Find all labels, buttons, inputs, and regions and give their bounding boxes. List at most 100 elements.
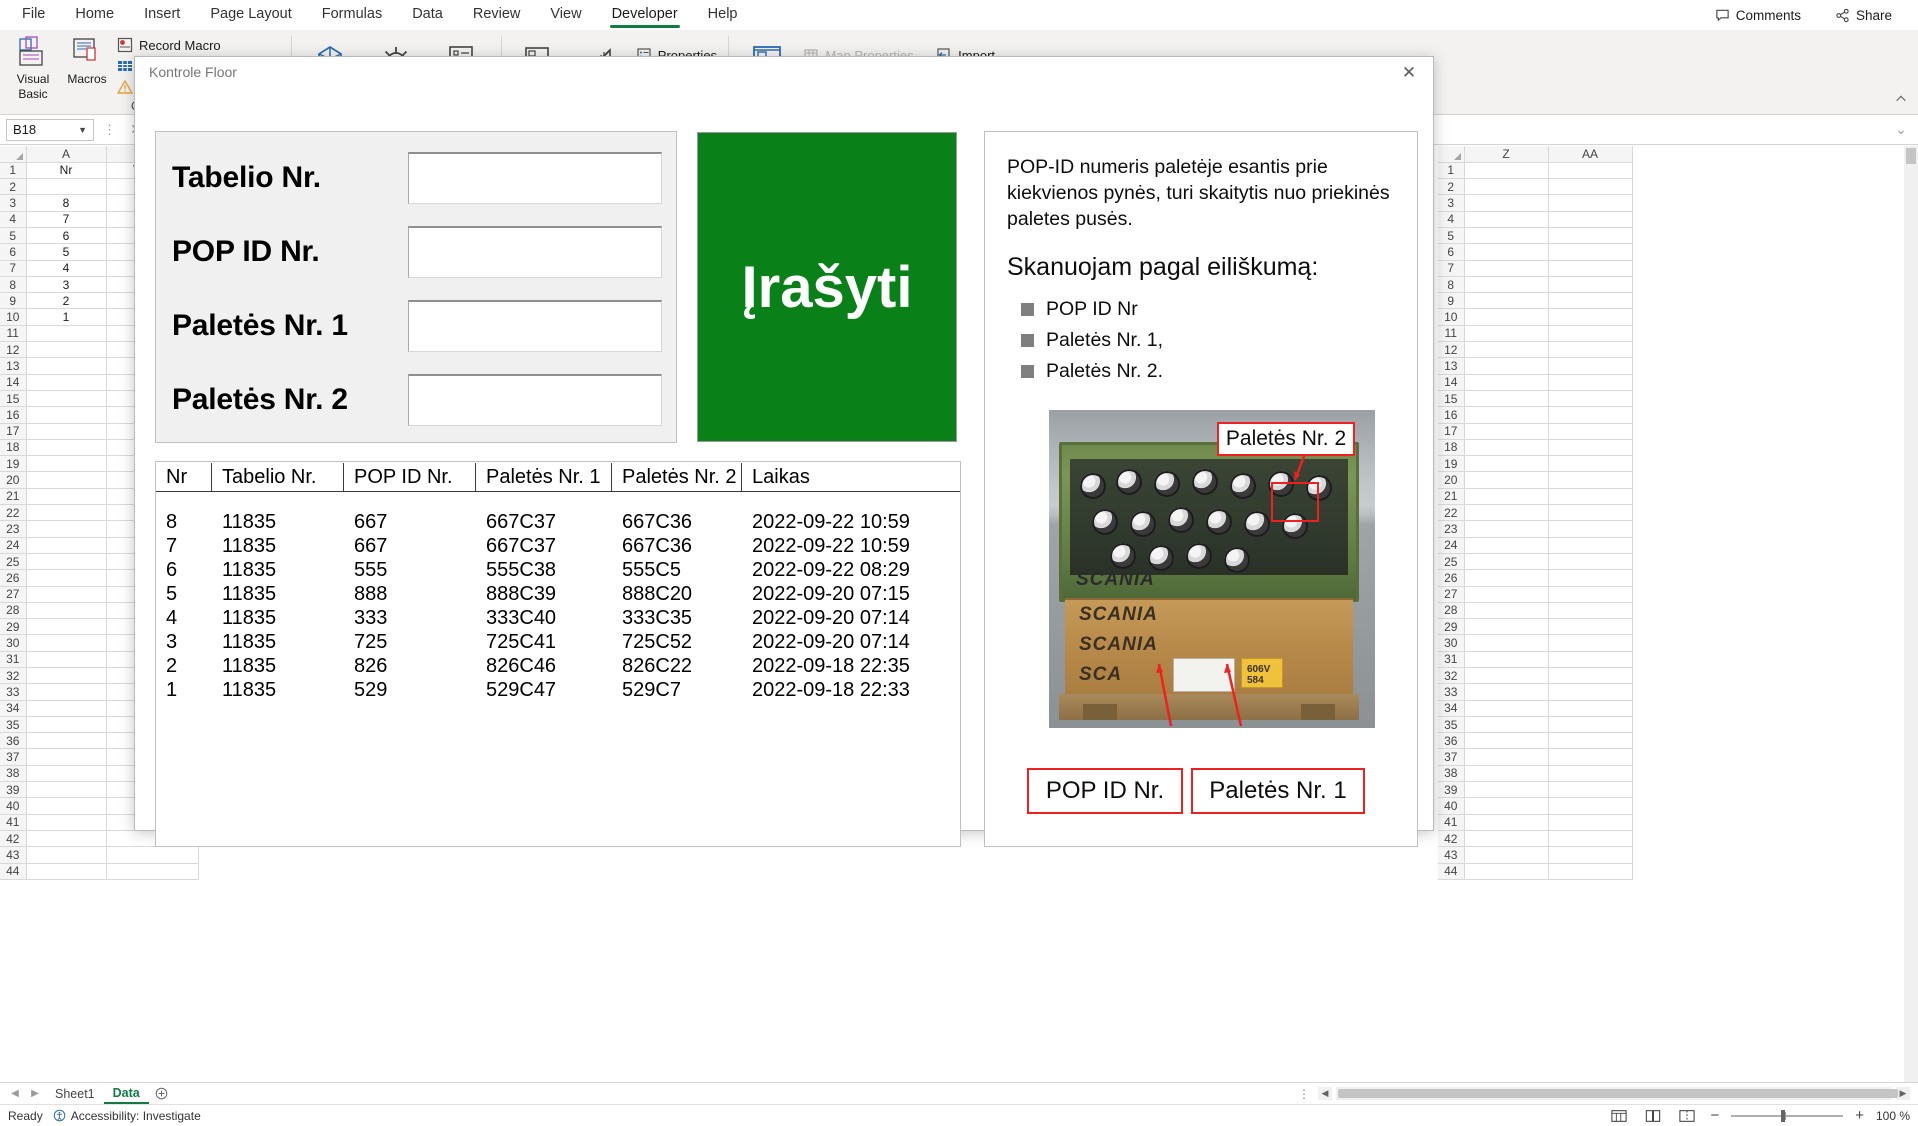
grid-cell[interactable] — [26, 700, 107, 717]
ribbon-tab-data[interactable]: Data — [398, 1, 457, 29]
grid-cell[interactable] — [1464, 276, 1549, 294]
grid-cell[interactable] — [1464, 830, 1549, 848]
row-header-15[interactable]: 15 — [1438, 390, 1465, 408]
row-header-42[interactable]: 42 — [1438, 830, 1465, 848]
grid-cell[interactable] — [1464, 227, 1549, 245]
row-header-37[interactable]: 37 — [0, 748, 27, 766]
grid-cell[interactable] — [26, 797, 107, 815]
row-header-9[interactable]: 9 — [1438, 292, 1465, 310]
row-header-41[interactable]: 41 — [0, 814, 27, 831]
row-header-21[interactable]: 21 — [0, 488, 27, 506]
row-header-22[interactable]: 22 — [1438, 504, 1465, 522]
row-header-17[interactable]: 17 — [1438, 423, 1465, 440]
grid-cell[interactable] — [1464, 341, 1549, 359]
grid-cell[interactable] — [1464, 292, 1549, 310]
row-header-5[interactable]: 5 — [1438, 227, 1465, 245]
grid-cell[interactable] — [26, 357, 107, 375]
grid-cell[interactable] — [26, 618, 107, 636]
row-header-10[interactable]: 10 — [1438, 308, 1465, 326]
grid-cell[interactable] — [26, 406, 107, 424]
row-header-39[interactable]: 39 — [0, 781, 27, 799]
row-header-38[interactable]: 38 — [1438, 765, 1465, 783]
grid-cell[interactable] — [26, 390, 107, 408]
visual-basic-button[interactable]: Visual Basic — [8, 34, 58, 101]
grid-cell[interactable] — [1548, 423, 1633, 440]
grid-cell[interactable] — [1548, 357, 1633, 375]
grid-cell[interactable]: Nr — [26, 162, 107, 180]
grid-cell[interactable] — [1464, 211, 1549, 228]
row-header-18[interactable]: 18 — [1438, 439, 1465, 457]
row-header-19[interactable]: 19 — [1438, 455, 1465, 473]
row-header-20[interactable]: 20 — [0, 471, 27, 489]
grid-cell[interactable] — [26, 325, 107, 343]
grid-cell[interactable] — [1464, 488, 1549, 506]
normal-view-button[interactable] — [1608, 1108, 1630, 1124]
grid-cell[interactable] — [1548, 732, 1633, 750]
grid-cell[interactable] — [1548, 748, 1633, 766]
row-header-13[interactable]: 13 — [1438, 357, 1465, 375]
sheet-tab-data[interactable]: Data — [103, 1084, 149, 1104]
row-header-25[interactable]: 25 — [0, 553, 27, 571]
grid-cell[interactable] — [1464, 732, 1549, 750]
row-header-34[interactable]: 34 — [0, 700, 27, 717]
grid-cell[interactable] — [1464, 194, 1549, 212]
grid-cell[interactable] — [26, 732, 107, 750]
ribbon-tab-developer[interactable]: Developer — [598, 1, 692, 29]
grid-cell[interactable] — [26, 455, 107, 473]
row-header-7[interactable]: 7 — [0, 260, 27, 277]
grid-cell[interactable] — [26, 814, 107, 831]
row-header-14[interactable]: 14 — [1438, 374, 1465, 391]
grid-cell[interactable] — [1548, 797, 1633, 815]
vertical-scrollbar[interactable] — [1904, 146, 1918, 1082]
grid-cell[interactable] — [1548, 243, 1633, 261]
grid-cell[interactable] — [1464, 520, 1549, 538]
grid-cell[interactable] — [1548, 227, 1633, 245]
grid-cell[interactable] — [1548, 439, 1633, 457]
grid-cell[interactable] — [1464, 748, 1549, 766]
share-button[interactable]: Share — [1825, 4, 1902, 27]
grid-cell[interactable] — [1464, 423, 1549, 440]
grid-cell[interactable]: 6 — [26, 227, 107, 245]
sheet-tab-sheet1[interactable]: Sheet1 — [46, 1085, 104, 1103]
grid-cell[interactable] — [1464, 357, 1549, 375]
zoom-out-button[interactable]: − — [1710, 1107, 1719, 1124]
grid-cell[interactable] — [1464, 260, 1549, 277]
grid-cell[interactable]: 4 — [26, 260, 107, 277]
grid-cell[interactable] — [26, 781, 107, 799]
ribbon-collapse-button[interactable] — [1894, 30, 1918, 109]
grid-cell[interactable] — [26, 667, 107, 685]
row-header-44[interactable]: 44 — [1438, 863, 1465, 880]
grid-cell[interactable] — [1464, 863, 1549, 880]
grid-cell[interactable] — [26, 683, 107, 701]
grid-cell[interactable] — [1464, 569, 1549, 587]
row-header-24[interactable]: 24 — [0, 537, 27, 554]
grid-cell[interactable]: 5 — [26, 243, 107, 261]
ribbon-tab-insert[interactable]: Insert — [130, 1, 194, 29]
row-header-43[interactable]: 43 — [1438, 846, 1465, 864]
grid-cell[interactable] — [26, 651, 107, 669]
input-pop-id-nr[interactable] — [408, 226, 662, 278]
row-header-33[interactable]: 33 — [1438, 683, 1465, 701]
row-header-13[interactable]: 13 — [0, 357, 27, 375]
row-header-28[interactable]: 28 — [1438, 602, 1465, 620]
row-header-31[interactable]: 31 — [0, 651, 27, 669]
row-header-5[interactable]: 5 — [0, 227, 27, 245]
row-header-28[interactable]: 28 — [0, 602, 27, 620]
row-header-9[interactable]: 9 — [0, 292, 27, 310]
row-header-4[interactable]: 4 — [0, 211, 27, 228]
row-header-2[interactable]: 2 — [0, 178, 27, 196]
grid-cell[interactable] — [1464, 439, 1549, 457]
zoom-in-button[interactable]: + — [1855, 1107, 1864, 1124]
grid-cell[interactable] — [1548, 211, 1633, 228]
row-header-35[interactable]: 35 — [0, 716, 27, 734]
row-header-30[interactable]: 30 — [1438, 634, 1465, 652]
row-header-7[interactable]: 7 — [1438, 260, 1465, 277]
grid-cell[interactable] — [26, 439, 107, 457]
grid-cell[interactable] — [26, 537, 107, 554]
row-header-8[interactable]: 8 — [1438, 276, 1465, 294]
grid-cell[interactable] — [26, 341, 107, 359]
row-header-6[interactable]: 6 — [1438, 243, 1465, 261]
grid-cell[interactable] — [1464, 814, 1549, 831]
grid-cell[interactable] — [1548, 455, 1633, 473]
grid-cell[interactable] — [1464, 651, 1549, 669]
